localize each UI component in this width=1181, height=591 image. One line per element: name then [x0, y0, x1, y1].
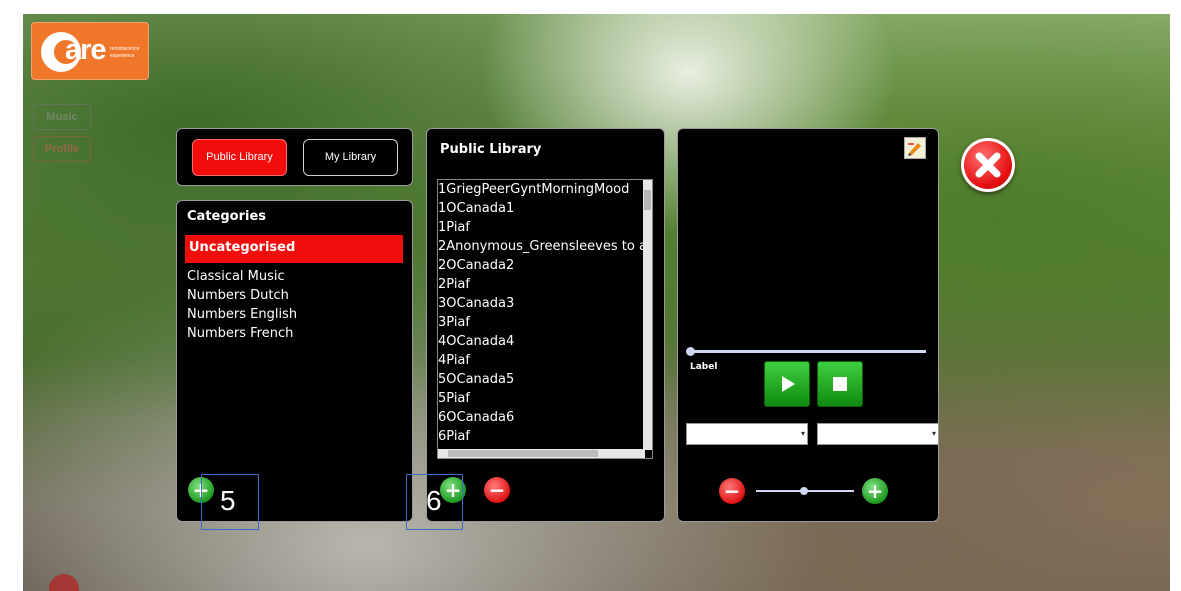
volume-down-button[interactable]: −	[719, 478, 745, 504]
annotation-number: 6	[426, 485, 442, 516]
minus-icon: −	[723, 479, 741, 503]
partial-red-indicator	[49, 574, 79, 591]
volume-up-button[interactable]: +	[862, 478, 888, 504]
track-item[interactable]: 2OCanada2	[438, 256, 514, 275]
logo-subtitle: reminiscence experience	[110, 46, 139, 60]
care-logo: are reminiscence experience	[31, 22, 149, 80]
track-item[interactable]: 1Piaf	[438, 218, 470, 237]
track-item[interactable]: 1GriegPeerGyntMorningMood	[438, 180, 629, 199]
stop-icon	[833, 377, 847, 391]
chevron-down-icon: ▾	[931, 429, 936, 438]
chevron-down-icon: ▾	[800, 429, 805, 438]
tab-public-library[interactable]: Public Library	[192, 139, 287, 176]
annotation-number: 5	[220, 485, 236, 516]
close-icon	[975, 152, 1001, 178]
scroll-thumb[interactable]	[448, 450, 598, 457]
track-item[interactable]: 1OCanada1	[438, 199, 514, 218]
close-button[interactable]	[961, 138, 1015, 192]
category-uncategorised[interactable]: Uncategorised	[185, 235, 403, 263]
category-item[interactable]: Numbers English	[187, 305, 297, 324]
library-tabs-panel: Public Library My Library	[176, 128, 413, 186]
library-heading: Public Library	[440, 142, 542, 157]
plus-icon: +	[866, 479, 884, 503]
track-list-vertical-scrollbar[interactable]	[643, 180, 652, 450]
player-label: Label	[690, 362, 718, 372]
progress-track[interactable]	[690, 350, 926, 353]
track-item[interactable]: 6Piaf	[438, 427, 470, 446]
stop-button[interactable]	[817, 361, 863, 407]
public-library-panel: Public Library 1GriegPeerGyntMorningMood…	[426, 128, 665, 522]
track-item[interactable]: 6OCanada6	[438, 408, 514, 427]
categories-heading: Categories	[187, 209, 267, 224]
track-item[interactable]: 5Piaf	[438, 389, 470, 408]
edit-icon[interactable]	[904, 137, 926, 159]
track-item[interactable]: 3OCanada3	[438, 294, 514, 313]
player-panel: Label ▾ ▾ − +	[677, 128, 939, 522]
volume-handle[interactable]	[800, 487, 808, 495]
logo-word: are	[65, 34, 107, 66]
left-dropdown[interactable]: ▾	[686, 423, 808, 445]
category-item[interactable]: Numbers French	[187, 324, 293, 343]
track-item[interactable]: 2Piaf	[438, 275, 470, 294]
annotation-box: 5	[201, 474, 259, 530]
track-item[interactable]: 2Anonymous_Greensleeves to a	[438, 237, 647, 256]
track-item[interactable]: 3Piaf	[438, 313, 470, 332]
logo-sub-line2: experience	[110, 53, 135, 59]
scroll-thumb[interactable]	[644, 190, 651, 210]
minus-icon: −	[488, 478, 506, 502]
track-list-horizontal-scrollbar[interactable]	[438, 449, 645, 458]
track-item[interactable]: 4OCanada4	[438, 332, 514, 351]
background-scene: are reminiscence experience Music Profil…	[23, 14, 1170, 591]
category-item[interactable]: Classical Music	[187, 267, 285, 286]
category-item[interactable]: Numbers Dutch	[187, 286, 289, 305]
track-item[interactable]: 5OCanada5	[438, 370, 514, 389]
play-icon	[782, 376, 795, 392]
progress-handle[interactable]	[686, 347, 695, 356]
play-button[interactable]	[764, 361, 810, 407]
track-item[interactable]: 4Piaf	[438, 351, 470, 370]
annotation-box: 6	[406, 474, 463, 530]
music-side-button[interactable]: Music	[33, 104, 91, 130]
track-list[interactable]: 1GriegPeerGyntMorningMood 1OCanada1 1Pia…	[437, 179, 653, 459]
right-dropdown[interactable]: ▾	[817, 423, 939, 445]
remove-track-button[interactable]: −	[484, 477, 510, 503]
tab-my-library[interactable]: My Library	[303, 139, 398, 176]
profile-side-button[interactable]: Profile	[33, 136, 91, 162]
logo-sub-line1: reminiscence	[110, 46, 140, 52]
